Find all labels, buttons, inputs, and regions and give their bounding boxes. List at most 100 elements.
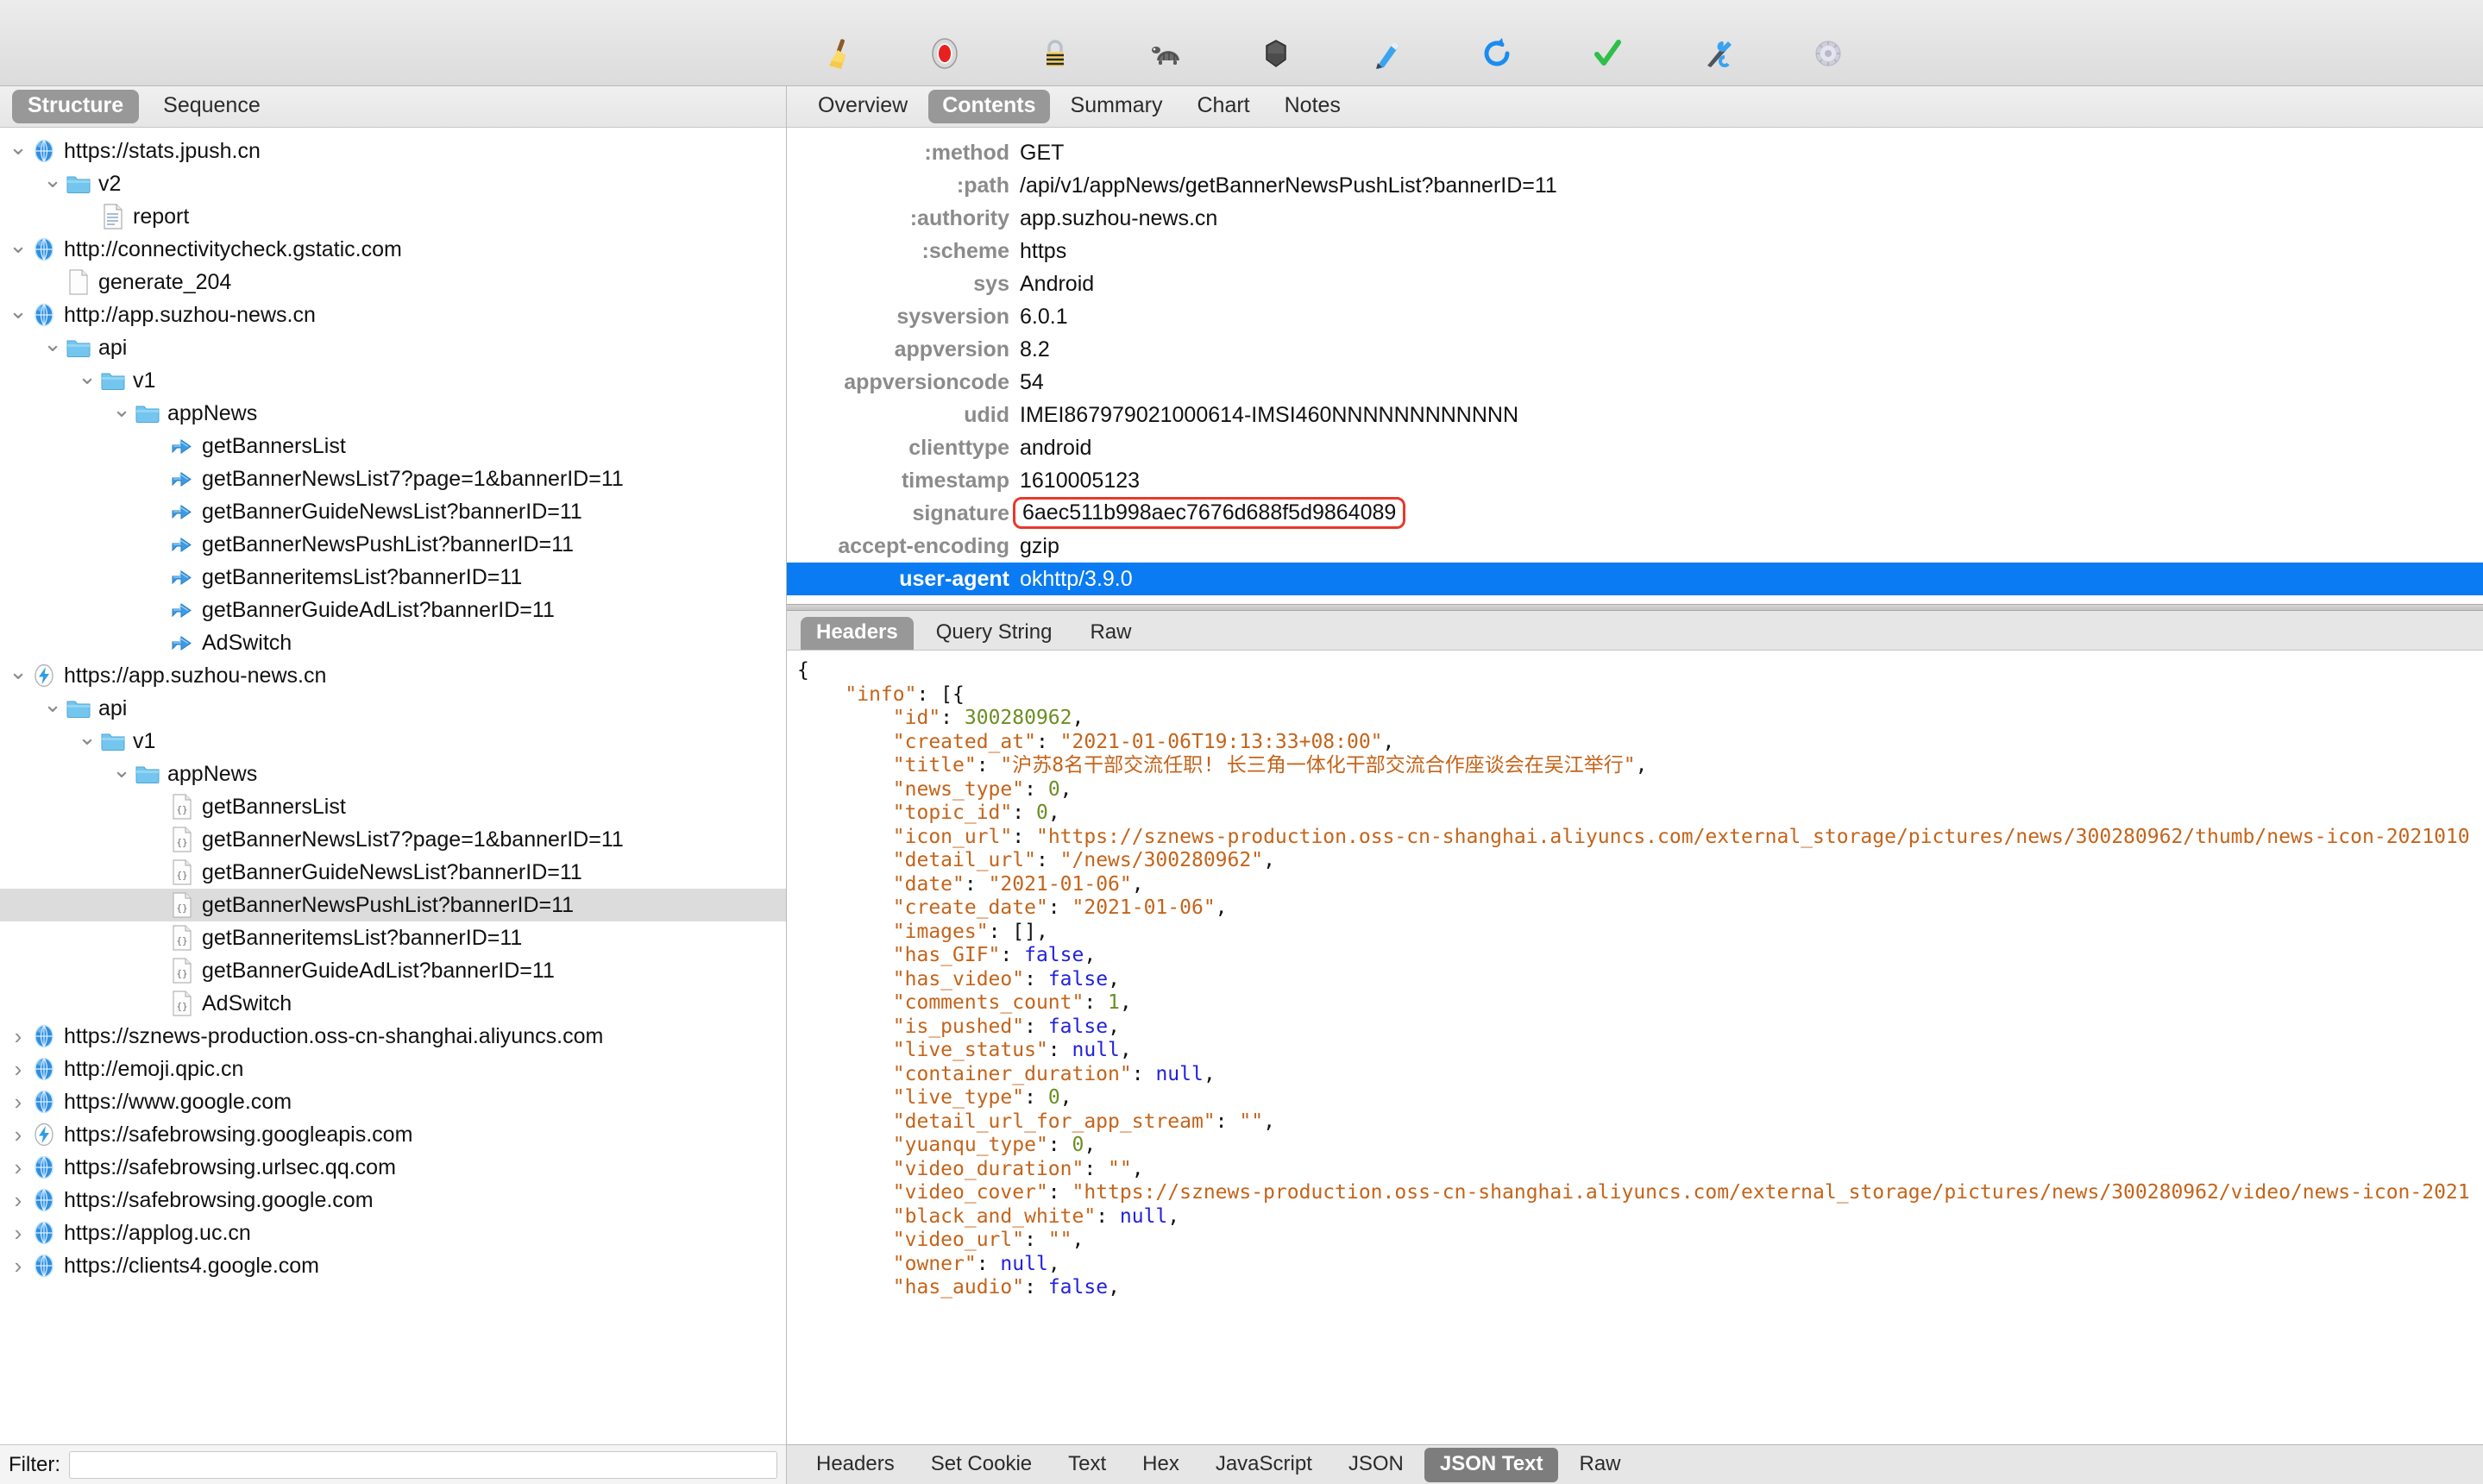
header-row[interactable]: sys Android — [787, 267, 2483, 300]
pane-splitter[interactable] — [787, 604, 2483, 611]
header-row[interactable]: appversioncode 54 — [787, 366, 2483, 399]
chevron-down-icon[interactable]: ⌄ — [76, 726, 98, 751]
tab-chart[interactable]: Chart — [1183, 90, 1263, 123]
tools-icon[interactable] — [1686, 28, 1750, 79]
validate-check-icon[interactable] — [1575, 28, 1639, 79]
header-row[interactable]: :path/api/v1/appNews/getBannerNewsPushLi… — [787, 169, 2483, 202]
chevron-down-icon[interactable]: ⌄ — [110, 758, 133, 784]
record-icon[interactable] — [913, 28, 977, 79]
chevron-right-icon[interactable]: › — [7, 1154, 29, 1181]
request-subtab-raw[interactable]: Raw — [1074, 617, 1147, 650]
response-subtab-raw[interactable]: Raw — [1563, 1448, 1636, 1482]
tab-overview[interactable]: Overview — [804, 90, 921, 123]
chevron-down-icon[interactable]: ⌄ — [7, 660, 29, 686]
chevron-right-icon[interactable]: › — [7, 1089, 29, 1116]
chevron-down-icon[interactable]: ⌄ — [110, 398, 133, 424]
header-row[interactable]: user-agent okhttp/3.9.0 — [787, 563, 2483, 595]
tree-row[interactable]: {} getBannerNewsPushList?bannerID=11 — [0, 889, 786, 921]
tree-row[interactable]: ⌄ appNews — [0, 758, 786, 790]
tree-row[interactable]: › http://emoji.qpic.cn — [0, 1053, 786, 1085]
header-row[interactable]: :scheme https — [787, 235, 2483, 267]
chevron-down-icon[interactable]: ⌄ — [7, 234, 29, 260]
tree-row[interactable]: › https://applog.uc.cn — [0, 1217, 786, 1249]
tree-row[interactable]: ⌄ api — [0, 331, 786, 364]
tree-row[interactable]: › https://safebrowsing.google.com — [0, 1184, 786, 1217]
response-subtab-hex[interactable]: Hex — [1127, 1448, 1195, 1482]
chevron-down-icon[interactable]: ⌄ — [41, 693, 64, 719]
breakpoints-icon[interactable] — [1244, 28, 1308, 79]
chevron-right-icon[interactable]: › — [7, 1253, 29, 1280]
chevron-down-icon[interactable]: ⌄ — [76, 365, 98, 391]
tree-row[interactable]: generate_204 — [0, 266, 786, 299]
header-row[interactable]: :method GET — [787, 136, 2483, 169]
chevron-right-icon[interactable]: › — [7, 1023, 29, 1050]
tree-row[interactable]: getBannerNewsList7?page=1&bannerID=11 — [0, 462, 786, 495]
request-headers-pane[interactable]: :method GET:path/api/v1/appNews/getBanner… — [787, 128, 2483, 604]
segment-sequence[interactable]: Sequence — [148, 90, 276, 123]
header-row[interactable]: accept-encoding gzip — [787, 530, 2483, 563]
chevron-right-icon[interactable]: › — [7, 1220, 29, 1247]
tree-row[interactable]: getBannerGuideAdList?bannerID=11 — [0, 594, 786, 626]
tree-row[interactable]: {} getBanneritemsList?bannerID=11 — [0, 921, 786, 954]
tree-row[interactable]: › https://safebrowsing.googleapis.com — [0, 1118, 786, 1151]
tree-row[interactable]: ⌄ appNews — [0, 397, 786, 430]
header-row[interactable]: udid IMEI867979021000614-IMSI460NNNNNNNNN… — [787, 399, 2483, 431]
tree-row[interactable]: {} getBannerGuideAdList?bannerID=11 — [0, 954, 786, 987]
tree-row[interactable]: › https://www.google.com — [0, 1085, 786, 1118]
header-row[interactable]: clienttype android — [787, 431, 2483, 464]
tree-row[interactable]: ⌄ v1 — [0, 725, 786, 758]
tree-row[interactable]: {} getBannersList — [0, 790, 786, 823]
chevron-down-icon[interactable]: ⌄ — [7, 299, 29, 325]
response-subtab-text[interactable]: Text — [1053, 1448, 1122, 1482]
tree-row[interactable]: ⌄ api — [0, 692, 786, 725]
response-subtab-headers[interactable]: Headers — [801, 1448, 910, 1482]
tree-row[interactable]: ⌄ http://app.suzhou-news.cn — [0, 299, 786, 331]
throttle-turtle-icon[interactable] — [1134, 28, 1197, 79]
session-tree[interactable]: ⌄ https://stats.jpush.cn ⌄ v2 report ⌄ http://… — [0, 128, 786, 1444]
tree-row[interactable]: getBannersList — [0, 430, 786, 462]
clear-icon[interactable] — [802, 28, 866, 79]
tree-row[interactable]: ⌄ http://connectivitycheck.gstatic.com — [0, 233, 786, 266]
tree-row[interactable]: {} getBannerGuideNewsList?bannerID=11 — [0, 856, 786, 889]
tree-row[interactable]: › https://safebrowsing.urlsec.qq.com — [0, 1151, 786, 1184]
segment-structure[interactable]: Structure — [12, 90, 140, 123]
compose-pen-icon[interactable] — [1355, 28, 1418, 79]
tab-contents[interactable]: Contents — [928, 90, 1050, 123]
ssl-lock-icon[interactable] — [1023, 28, 1087, 79]
chevron-down-icon[interactable]: ⌄ — [41, 332, 64, 358]
settings-gear-icon[interactable] — [1796, 28, 1860, 79]
chevron-down-icon[interactable]: ⌄ — [41, 168, 64, 194]
tree-row[interactable]: ⌄ https://stats.jpush.cn — [0, 135, 786, 167]
header-row[interactable]: appversion 8.2 — [787, 333, 2483, 366]
tree-row[interactable]: report — [0, 200, 786, 233]
chevron-down-icon[interactable]: ⌄ — [7, 135, 29, 161]
tab-notes[interactable]: Notes — [1271, 90, 1355, 123]
repeat-icon[interactable] — [1465, 28, 1529, 79]
tree-row[interactable]: getBannerGuideNewsList?bannerID=11 — [0, 495, 786, 528]
chevron-right-icon[interactable]: › — [7, 1056, 29, 1083]
response-subtab-json-text[interactable]: JSON Text — [1424, 1447, 1559, 1482]
filter-input[interactable] — [69, 1450, 777, 1479]
tree-row[interactable]: › https://sznews-production.oss-cn-shangh… — [0, 1020, 786, 1053]
header-row[interactable]: :authority app.suzhou-news.cn — [787, 202, 2483, 235]
tree-row[interactable]: ⌄ v1 — [0, 364, 786, 397]
tree-row[interactable]: AdSwitch — [0, 626, 786, 659]
tree-row[interactable]: ⌄ https://app.suzhou-news.cn — [0, 659, 786, 692]
header-row[interactable]: signature 6aec511b998aec7676d688f5d986408… — [787, 496, 2483, 530]
header-row[interactable]: sysversion 6.0.1 — [787, 300, 2483, 333]
chevron-right-icon[interactable]: › — [7, 1187, 29, 1214]
tree-row[interactable]: {} AdSwitch — [0, 987, 786, 1020]
tree-row[interactable]: › https://clients4.google.com — [0, 1249, 786, 1282]
tree-row[interactable]: getBanneritemsList?bannerID=11 — [0, 561, 786, 594]
response-subtab-set-cookie[interactable]: Set Cookie — [915, 1448, 1047, 1482]
request-subtab-headers[interactable]: Headers — [801, 617, 914, 650]
tree-row[interactable]: {} getBannerNewsList7?page=1&bannerID=11 — [0, 823, 786, 856]
tree-row[interactable]: getBannerNewsPushList?bannerID=11 — [0, 528, 786, 561]
response-json-text[interactable]: { "info": [{ "id": 300280962, "created_a… — [787, 651, 2483, 1444]
response-subtab-json[interactable]: JSON — [1333, 1448, 1419, 1482]
header-row[interactable]: timestamp 1610005123 — [787, 464, 2483, 497]
response-subtab-javascript[interactable]: JavaScript — [1200, 1448, 1328, 1482]
tree-row[interactable]: ⌄ v2 — [0, 167, 786, 200]
request-subtab-query-string[interactable]: Query String — [921, 617, 1068, 650]
chevron-right-icon[interactable]: › — [7, 1122, 29, 1148]
